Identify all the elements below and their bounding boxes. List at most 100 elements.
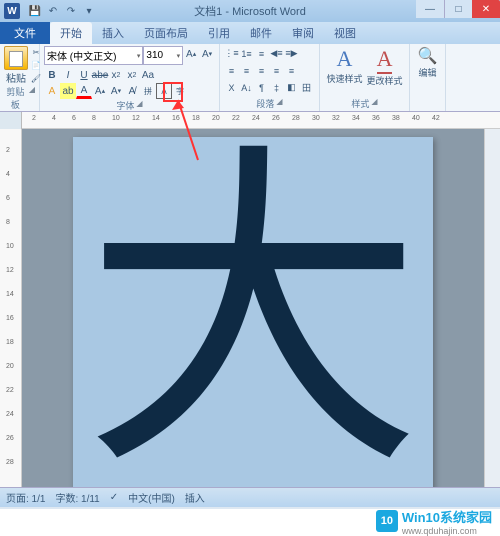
distribute-button[interactable]: ≡	[284, 63, 299, 78]
font-group: 宋体 (中文正文)▾ 310▾ A▴ A▾ B I U abe x2 x2 Aa…	[40, 44, 220, 111]
justify-button[interactable]: ≡	[269, 63, 284, 78]
clipboard-group: 粘贴 ✂ 📄 🖌 剪贴板◢	[0, 44, 40, 111]
file-tab[interactable]: 文件	[0, 22, 50, 44]
vertical-ruler[interactable]: 2 4 6 8 10 12 14 16 18 20 22 24 26 28	[0, 129, 22, 487]
spacing-button[interactable]: ‡	[269, 80, 284, 95]
quick-styles-button[interactable]: A 快速样式	[326, 46, 362, 87]
text-effects-button[interactable]: A	[44, 83, 60, 99]
multilevel-button[interactable]: ≡	[254, 46, 269, 61]
asian-layout-button[interactable]: X	[224, 80, 239, 95]
ribbon-tabs: 文件 开始 插入 页面布局 引用 邮件 审阅 视图	[0, 22, 500, 44]
document-content[interactable]: 大	[83, 147, 423, 487]
ribbon: 粘贴 ✂ 📄 🖌 剪贴板◢ 宋体 (中文正文)▾ 310▾ A▴ A▾ B I …	[0, 44, 500, 112]
italic-button[interactable]: I	[60, 67, 76, 83]
editing-button[interactable]: 🔍 编辑	[414, 46, 441, 79]
status-language[interactable]: 中文(中国)	[128, 490, 175, 505]
quick-access-toolbar: 💾 ↶ ↷ ▾	[28, 4, 96, 18]
shrink-font-button[interactable]: A▾	[108, 83, 124, 99]
sort-button[interactable]: A↓	[239, 80, 254, 95]
window-controls: — □ ✕	[416, 0, 500, 18]
tab-review[interactable]: 审阅	[282, 22, 324, 44]
tab-references[interactable]: 引用	[198, 22, 240, 44]
page-viewport[interactable]: 大	[22, 129, 484, 487]
status-bar: 页面: 1/1 字数: 1/11 ✓ 中文(中国) 插入	[0, 487, 500, 507]
align-right-button[interactable]: ≡	[254, 63, 269, 78]
watermark-brand: Win10系统家园	[402, 507, 492, 526]
char-shading-button[interactable]: 字	[172, 83, 188, 99]
paragraph-label: 段落◢	[224, 97, 315, 111]
styles-launcher[interactable]: ◢	[371, 97, 377, 110]
tab-view[interactable]: 视图	[324, 22, 366, 44]
styles-label: 样式◢	[324, 97, 405, 111]
tab-mailings[interactable]: 邮件	[240, 22, 282, 44]
status-words[interactable]: 字数: 1/11	[55, 490, 99, 505]
page[interactable]: 大	[73, 137, 433, 487]
paste-label: 粘贴	[6, 70, 26, 85]
status-spellcheck[interactable]: ✓	[110, 492, 118, 503]
clipboard-launcher[interactable]: ◢	[29, 85, 35, 111]
save-button[interactable]: 💾	[28, 4, 42, 18]
shrink-font-top-button[interactable]: A▾	[199, 46, 215, 62]
strike-button[interactable]: abe	[92, 67, 108, 83]
font-label: 字体◢	[44, 99, 215, 113]
borders-button[interactable]: 田	[299, 80, 314, 95]
highlight-button[interactable]: ab	[60, 83, 76, 99]
grow-font-top-button[interactable]: A▴	[183, 46, 199, 62]
window-title: 文档1 - Microsoft Word	[194, 3, 306, 19]
case-button[interactable]: Aa	[140, 67, 156, 83]
shading-button[interactable]: ◧	[284, 80, 299, 95]
watermark-url: www.qduhajin.com	[402, 526, 492, 536]
paste-icon	[4, 46, 28, 70]
watermark: 10 Win10系统家园 www.qduhajin.com	[0, 507, 500, 533]
paste-button[interactable]: 粘贴	[4, 46, 28, 85]
tab-insert[interactable]: 插入	[92, 22, 134, 44]
change-styles-button[interactable]: A 更改样式	[367, 46, 403, 87]
underline-button[interactable]: U	[76, 67, 92, 83]
document-area: 2 4 6 8 10 12 14 16 18 20 22 24 26 28 大	[0, 129, 500, 487]
font-launcher[interactable]: ◢	[136, 99, 142, 112]
indent-button[interactable]: ≡▶	[284, 46, 299, 61]
status-insert-mode[interactable]: 插入	[185, 490, 205, 505]
dedent-button[interactable]: ◀≡	[269, 46, 284, 61]
watermark-logo: 10	[376, 510, 398, 532]
phonetic-button[interactable]: 拼	[140, 83, 156, 99]
font-name-combo[interactable]: 宋体 (中文正文)▾	[44, 46, 143, 65]
horizontal-ruler[interactable]: 2 4 6 8 10 12 14 16 18 20 22 24 26 28 30…	[22, 112, 500, 129]
letter-a-icon: A	[377, 46, 393, 74]
clipboard-label: 剪贴板◢	[4, 85, 35, 112]
styles-group: A 快速样式 A 更改样式 样式◢	[320, 44, 410, 111]
redo-button[interactable]: ↷	[64, 4, 78, 18]
vertical-scrollbar[interactable]	[484, 129, 500, 487]
undo-button[interactable]: ↶	[46, 4, 60, 18]
numbering-button[interactable]: 1≡	[239, 46, 254, 61]
paragraph-launcher[interactable]: ◢	[276, 97, 282, 110]
char-border-button[interactable]: A	[156, 83, 172, 99]
superscript-button[interactable]: x2	[124, 67, 140, 83]
status-page[interactable]: 页面: 1/1	[6, 490, 45, 505]
qat-more-button[interactable]: ▾	[82, 4, 96, 18]
tab-home[interactable]: 开始	[50, 22, 92, 44]
close-button[interactable]: ✕	[472, 0, 500, 18]
paragraph-group: ⋮≡ 1≡ ≡ ◀≡ ≡▶ ≡ ≡ ≡ ≡ ≡ X A↓ ¶ ‡ ◧ 田 段落◢	[220, 44, 320, 111]
grow-font-button[interactable]: A▴	[92, 83, 108, 99]
font-color-button[interactable]: A	[76, 83, 92, 99]
ruler-corner	[0, 112, 22, 129]
horizontal-ruler-area: 2 4 6 8 10 12 14 16 18 20 22 24 26 28 30…	[0, 112, 500, 129]
editing-group: 🔍 编辑	[410, 44, 446, 111]
font-size-combo[interactable]: 310▾	[143, 46, 183, 65]
bold-button[interactable]: B	[44, 67, 60, 83]
align-left-button[interactable]: ≡	[224, 63, 239, 78]
app-icon: W	[4, 3, 20, 19]
subscript-button[interactable]: x2	[108, 67, 124, 83]
editing-label	[414, 110, 441, 111]
find-icon: 🔍	[418, 46, 438, 66]
maximize-button[interactable]: □	[444, 0, 472, 18]
tab-layout[interactable]: 页面布局	[134, 22, 198, 44]
bullets-button[interactable]: ⋮≡	[224, 46, 239, 61]
title-bar: W 💾 ↶ ↷ ▾ 文档1 - Microsoft Word — □ ✕	[0, 0, 500, 22]
letter-a-icon: A	[337, 46, 353, 72]
clear-format-button[interactable]: A̸	[124, 83, 140, 99]
show-marks-button[interactable]: ¶	[254, 80, 269, 95]
align-center-button[interactable]: ≡	[239, 63, 254, 78]
minimize-button[interactable]: —	[416, 0, 444, 18]
